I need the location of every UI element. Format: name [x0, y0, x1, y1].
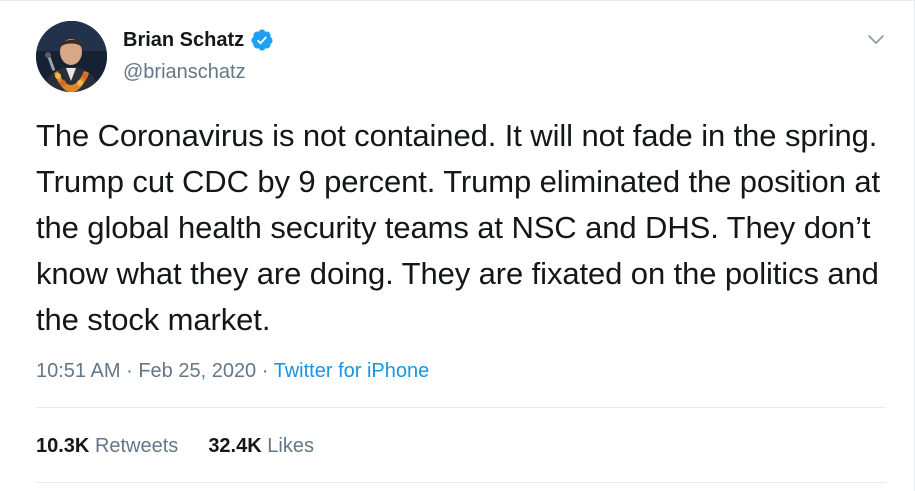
tweet-date[interactable]: Feb 25, 2020: [138, 360, 256, 382]
chevron-down-icon[interactable]: [864, 27, 888, 51]
tweet-stats: 10.3K Retweets 32.4K Likes: [36, 431, 314, 461]
retweets-label: Retweets: [94, 435, 179, 457]
author-name-row[interactable]: Brian Schatz: [123, 27, 274, 53]
retweets-stat[interactable]: 10.3K Retweets: [36, 431, 178, 461]
divider: [36, 482, 886, 483]
author-display-name[interactable]: Brian Schatz: [123, 27, 244, 53]
likes-label: Likes: [267, 435, 314, 457]
verified-badge-icon: [250, 28, 274, 52]
meta-separator: ·: [261, 360, 269, 382]
avatar-image: [36, 21, 107, 92]
divider: [36, 407, 886, 408]
likes-count: 32.4K: [208, 435, 262, 457]
tweet-source-link[interactable]: Twitter for iPhone: [274, 360, 430, 382]
tweet-text: The Coronavirus is not contained. It wil…: [36, 118, 881, 337]
author-handle[interactable]: @brianschatz: [123, 59, 246, 85]
tweet-card: Brian Schatz @brianschatz The Coronaviru…: [0, 0, 915, 491]
tweet-meta: 10:51 AM · Feb 25, 2020 · Twitter for iP…: [36, 356, 429, 386]
retweets-count: 10.3K: [36, 435, 90, 457]
avatar[interactable]: [36, 21, 107, 92]
meta-separator: ·: [126, 360, 133, 382]
tweet-time[interactable]: 10:51 AM: [36, 360, 121, 382]
likes-stat[interactable]: 32.4K Likes: [208, 431, 314, 461]
